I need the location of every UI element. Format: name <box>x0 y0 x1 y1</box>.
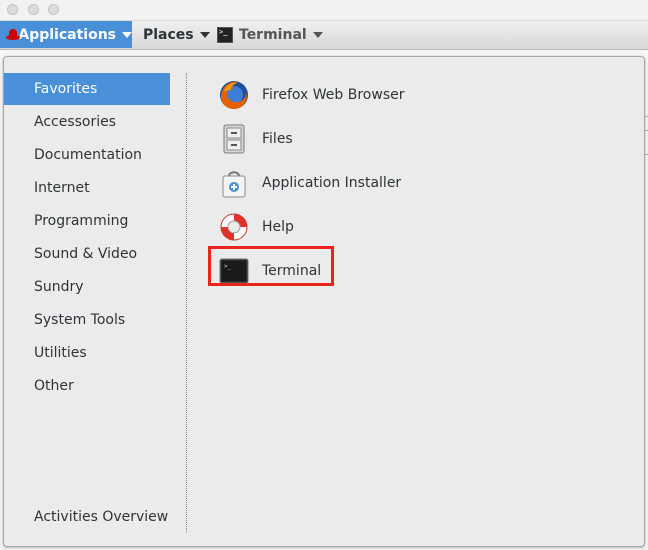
window-titlebar <box>0 0 648 21</box>
top-panel: Applications Places >_ Terminal <box>0 21 648 50</box>
chevron-down-icon <box>199 31 210 38</box>
category-label: Programming <box>34 213 129 229</box>
category-label: Sound & Video <box>34 246 138 262</box>
app-label: Terminal <box>262 263 322 279</box>
svg-text:>_: >_ <box>224 263 232 270</box>
window-maximize-button[interactable] <box>48 4 59 15</box>
category-internet[interactable]: Internet <box>4 172 170 204</box>
category-sound-video[interactable]: Sound & Video <box>4 238 170 270</box>
lifebuoy-icon <box>218 211 250 243</box>
applications-menu-button[interactable]: Applications <box>0 21 132 48</box>
app-application-installer[interactable]: Application Installer <box>218 163 518 203</box>
terminal-icon: >_ <box>217 26 233 43</box>
chevron-down-icon <box>312 31 323 38</box>
window-minimize-button[interactable] <box>28 4 39 15</box>
category-system-tools[interactable]: System Tools <box>4 304 170 336</box>
app-label: Application Installer <box>262 175 402 191</box>
terminal-icon: >_ <box>218 255 250 287</box>
category-label: Utilities <box>34 345 87 361</box>
app-label: Files <box>262 131 293 147</box>
app-label: Help <box>262 219 294 235</box>
applications-label: Applications <box>18 26 116 43</box>
category-favorites[interactable]: Favorites <box>4 73 170 105</box>
files-cabinet-icon <box>218 123 250 155</box>
chevron-down-icon <box>122 31 132 38</box>
redhat-logo-icon <box>6 28 20 42</box>
category-sundry[interactable]: Sundry <box>4 271 170 303</box>
category-label: System Tools <box>34 312 126 328</box>
activities-overview-item[interactable]: Activities Overview <box>34 509 168 525</box>
places-menu-button[interactable]: Places <box>143 21 210 48</box>
app-label: Firefox Web Browser <box>262 87 405 103</box>
menu-divider <box>186 73 187 533</box>
app-help[interactable]: Help <box>218 207 518 247</box>
window-close-button[interactable] <box>7 4 18 15</box>
terminal-taskbar-button[interactable]: >_ Terminal <box>217 21 323 48</box>
category-label: Favorites <box>34 81 98 97</box>
category-documentation[interactable]: Documentation <box>4 139 170 171</box>
app-firefox[interactable]: Firefox Web Browser <box>218 75 518 115</box>
category-label: Other <box>34 378 74 394</box>
app-terminal[interactable]: >_ Terminal <box>208 246 518 291</box>
category-utilities[interactable]: Utilities <box>4 337 170 369</box>
category-label: Internet <box>34 180 90 196</box>
category-label: Accessories <box>34 114 117 130</box>
category-label: Sundry <box>34 279 84 295</box>
firefox-icon <box>218 79 250 111</box>
category-other[interactable]: Other <box>4 370 170 402</box>
category-programming[interactable]: Programming <box>4 205 170 237</box>
terminal-taskbar-label: Terminal <box>239 26 307 43</box>
software-bag-icon <box>218 167 250 199</box>
app-files[interactable]: Files <box>218 119 518 159</box>
places-label: Places <box>143 26 194 43</box>
category-label: Documentation <box>34 147 142 163</box>
applications-menu: Favorites Accessories Documentation Inte… <box>3 56 645 547</box>
category-accessories[interactable]: Accessories <box>4 106 170 138</box>
